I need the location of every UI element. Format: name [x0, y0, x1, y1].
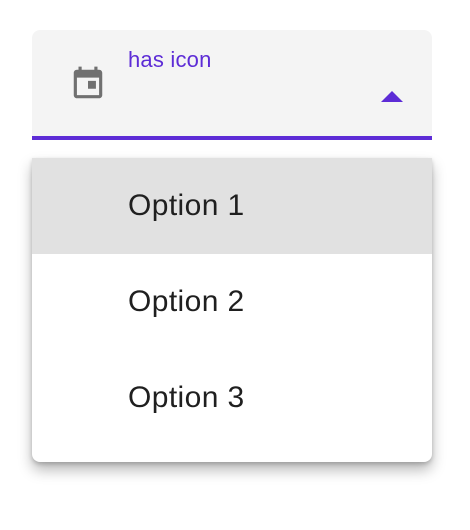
- calendar-icon: [73, 66, 103, 99]
- menu-item-label: Option 2: [128, 285, 245, 318]
- select-underline: [32, 136, 432, 140]
- menu-item-label: Option 1: [128, 189, 245, 222]
- floating-label: has icon: [128, 47, 212, 72]
- menu-item-option-3[interactable]: Option 3: [32, 350, 432, 446]
- dropdown-menu: Option 1 Option 2 Option 3: [32, 158, 432, 462]
- select-field[interactable]: has icon: [32, 30, 432, 140]
- menu-item-option-2[interactable]: Option 2: [32, 254, 432, 350]
- arrow-up-icon[interactable]: [381, 90, 403, 102]
- menu-item-label: Option 3: [128, 381, 245, 414]
- menu-item-option-1[interactable]: Option 1: [32, 158, 432, 254]
